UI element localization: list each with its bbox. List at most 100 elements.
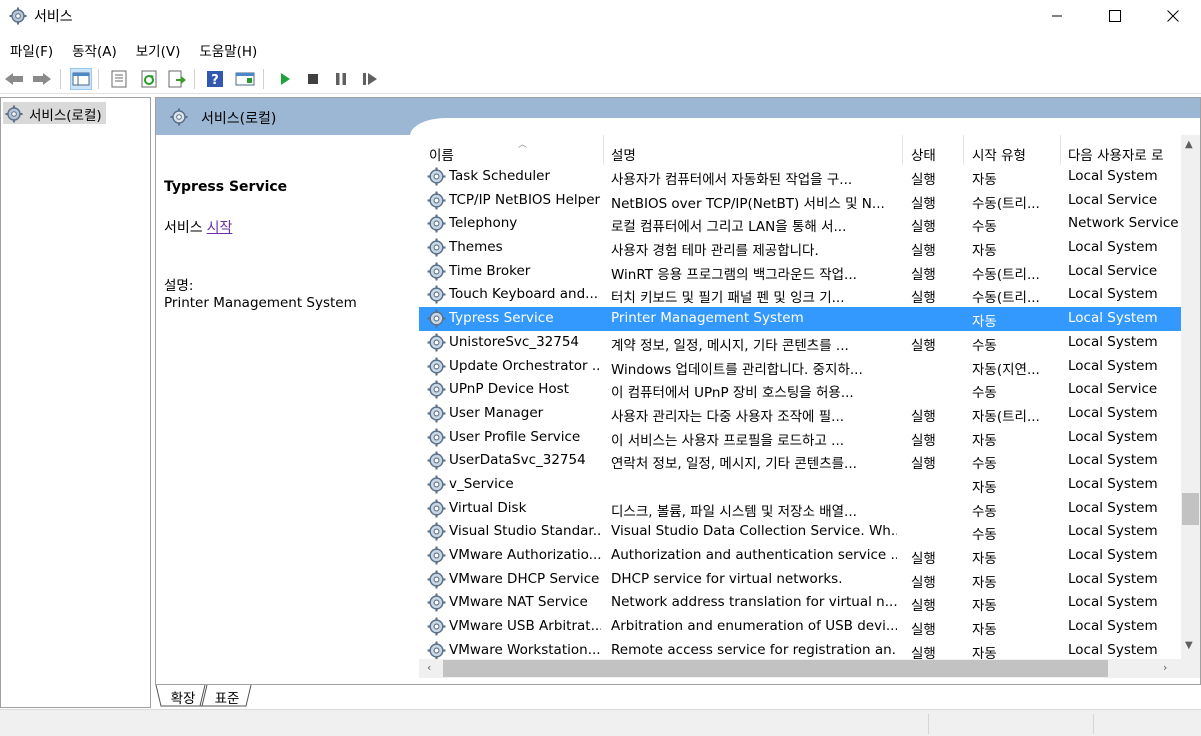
maximize-button[interactable] xyxy=(1086,0,1144,32)
help-button[interactable]: ? xyxy=(204,68,226,90)
service-startup-type-cell: 수동 xyxy=(972,219,997,236)
service-row[interactable]: User Manager 사용자 관리자는 다중 사용자 조작에 필... 실행 자동… xyxy=(419,402,1181,426)
tab-extended[interactable]: 확장 xyxy=(160,685,206,707)
horizontal-scroll-thumb[interactable] xyxy=(443,660,1108,677)
column-divider[interactable] xyxy=(1060,135,1061,165)
vertical-scroll-thumb[interactable] xyxy=(1182,493,1199,525)
service-row[interactable]: UserDataSvc_32754 연락처 정보, 일정, 메시지, 기타 콘텐츠… xyxy=(419,449,1181,473)
column-divider[interactable] xyxy=(603,135,604,165)
service-gear-icon xyxy=(427,333,446,352)
console-tree-icon xyxy=(72,72,90,86)
close-icon xyxy=(1167,10,1179,22)
pause-service-button[interactable] xyxy=(330,68,352,90)
show-hide-console-tree-button[interactable] xyxy=(70,68,92,90)
refresh-button[interactable] xyxy=(138,68,160,90)
service-startup-type-cell: 자동 xyxy=(972,598,997,615)
column-header-startup-type[interactable]: 시작 유형 xyxy=(972,140,1062,166)
start-service-button[interactable] xyxy=(274,68,296,90)
view-tabs: 확장 표준 xyxy=(155,685,355,707)
vertical-scrollbar[interactable]: ▲ ▼ xyxy=(1181,135,1200,659)
service-row[interactable]: Themes 사용자 경험 테마 관리를 제공합니다. 실행 자동 Local Syst… xyxy=(419,236,1181,260)
services-list: ︿ 이름 설명 상태 시작 유형 다음 사용자로 로 Task Schedule… xyxy=(419,135,1181,659)
start-service-line: 서비스 시작 xyxy=(164,217,232,237)
stop-service-button[interactable] xyxy=(302,68,324,90)
resume-service-button[interactable] xyxy=(359,68,381,90)
menu-help[interactable]: 도움말(H) xyxy=(189,37,266,61)
service-gear-icon xyxy=(427,475,446,494)
service-row[interactable]: Virtual Disk 디스크, 볼륨, 파일 시스템 및 저장소 배열... 수… xyxy=(419,497,1181,521)
horizontal-scrollbar[interactable]: ‹ › xyxy=(419,659,1181,678)
status-divider xyxy=(928,714,929,734)
service-row[interactable]: Update Orchestrator ... Windows 업데이트를 관리합… xyxy=(419,355,1181,379)
service-status-cell: 실행 xyxy=(911,432,936,449)
column-divider[interactable] xyxy=(963,135,964,165)
tree-item-services-local[interactable]: 서비스(로컬) xyxy=(3,102,106,124)
service-gear-icon xyxy=(427,641,446,659)
service-prefix: 서비스 xyxy=(164,220,203,236)
stop-service-icon xyxy=(308,74,318,84)
service-status-cell: 실행 xyxy=(911,195,936,212)
back-button[interactable] xyxy=(3,68,25,90)
export-list-button[interactable] xyxy=(166,68,188,90)
service-row[interactable]: v_Service 자동 Local System xyxy=(419,473,1181,497)
service-description-cell: Arbitration and enumeration of USB devi.… xyxy=(611,618,897,635)
service-startup-type-cell: 자동 xyxy=(972,551,997,567)
menu-action[interactable]: 동작(A) xyxy=(62,37,126,61)
column-header-status[interactable]: 상태 xyxy=(911,140,966,166)
tab-standard[interactable]: 표준 xyxy=(204,685,250,707)
service-status-cell: 실행 xyxy=(911,243,936,260)
service-logon-cell: Local System xyxy=(1068,286,1158,303)
service-logon-cell: Local System xyxy=(1068,570,1158,587)
scroll-down-icon[interactable]: ▼ xyxy=(1185,640,1193,651)
service-gear-icon xyxy=(427,593,446,612)
forward-button[interactable] xyxy=(31,68,53,90)
menu-view[interactable]: 보기(V) xyxy=(126,37,190,61)
resume-service-icon xyxy=(363,73,377,85)
service-startup-type-cell: 자동 xyxy=(972,574,997,591)
service-row[interactable]: UnistoreSvc_32754 계약 정보, 일정, 메시지, 기타 콘텐츠를… xyxy=(419,331,1181,355)
column-header-description[interactable]: 설명 xyxy=(611,140,901,166)
service-logon-cell: Local System xyxy=(1068,239,1158,256)
column-divider[interactable] xyxy=(902,135,903,165)
service-startup-type-cell: 수동 xyxy=(972,503,997,520)
service-gear-icon xyxy=(427,380,446,399)
service-gear-icon xyxy=(427,357,446,376)
scroll-left-icon[interactable]: ‹ xyxy=(427,661,431,674)
pause-service-icon xyxy=(336,73,346,85)
service-description-cell: 이 서비스는 사용자 프로필을 로드하고 ... xyxy=(611,432,845,449)
service-row[interactable]: Visual Studio Standar... Visual Studio Da… xyxy=(419,520,1181,544)
service-row[interactable]: VMware USB Arbitrat... Arbitration and en… xyxy=(419,615,1181,639)
description-label: 설명: xyxy=(164,278,194,294)
service-row[interactable]: VMware DHCP Service DHCP service for virt… xyxy=(419,568,1181,592)
column-header-logon[interactable]: 다음 사용자로 로 xyxy=(1068,140,1181,166)
service-row[interactable]: VMware Authorizatio... Authorization and … xyxy=(419,544,1181,568)
service-row[interactable]: Time Broker WinRT 응용 프로그램의 백그라운드 작업... 실행 수… xyxy=(419,260,1181,284)
scroll-right-icon[interactable]: › xyxy=(1163,661,1167,674)
service-row[interactable]: Task Scheduler 사용자가 컴퓨터에서 자동화된 작업을 구... 실행… xyxy=(419,165,1181,189)
service-name-cell: User Manager xyxy=(449,404,544,421)
service-row[interactable]: TCP/IP NetBIOS Helper NetBIOS over TCP/IP… xyxy=(419,189,1181,213)
show-hide-action-pane-button[interactable] xyxy=(234,68,256,90)
menu-file[interactable]: 파일(F) xyxy=(0,37,62,61)
service-row[interactable]: Telephony 로컬 컴퓨터에서 그리고 LAN을 통해 서... 실행 수동 Ne… xyxy=(419,212,1181,236)
properties-button[interactable] xyxy=(108,68,130,90)
service-row[interactable]: Touch Keyboard and... 터치 키보드 및 필기 패널 펜 및 … xyxy=(419,283,1181,307)
service-name-cell: UserDataSvc_32754 xyxy=(449,452,586,469)
service-description-cell: 계약 정보, 일정, 메시지, 기타 콘텐츠를 ... xyxy=(611,337,849,354)
close-button[interactable] xyxy=(1144,0,1201,32)
service-gear-icon xyxy=(427,167,446,186)
service-status-cell: 실행 xyxy=(911,266,936,283)
service-gear-icon xyxy=(427,191,446,210)
service-row[interactable]: User Profile Service 이 서비스는 사용자 프로필을 로드하고… xyxy=(419,426,1181,450)
service-status-cell: 실행 xyxy=(911,219,936,236)
start-service-link[interactable]: 시작 xyxy=(207,220,233,236)
service-row[interactable]: UPnP Device Host 이 컴퓨터에서 UPnP 장비 호스팅을 허용.… xyxy=(419,378,1181,402)
service-row[interactable]: VMware Workstation... Remote access servi… xyxy=(419,639,1181,659)
service-row[interactable]: Typress Service Printer Management System… xyxy=(419,307,1181,331)
service-row[interactable]: VMware NAT Service Network address transl… xyxy=(419,591,1181,615)
minimize-button[interactable] xyxy=(1028,0,1086,32)
scroll-up-icon[interactable]: ▲ xyxy=(1185,139,1193,150)
service-description-cell: Printer Management System xyxy=(611,310,804,327)
export-list-icon xyxy=(168,70,186,88)
column-header-name[interactable]: ︿ 이름 xyxy=(429,140,607,166)
